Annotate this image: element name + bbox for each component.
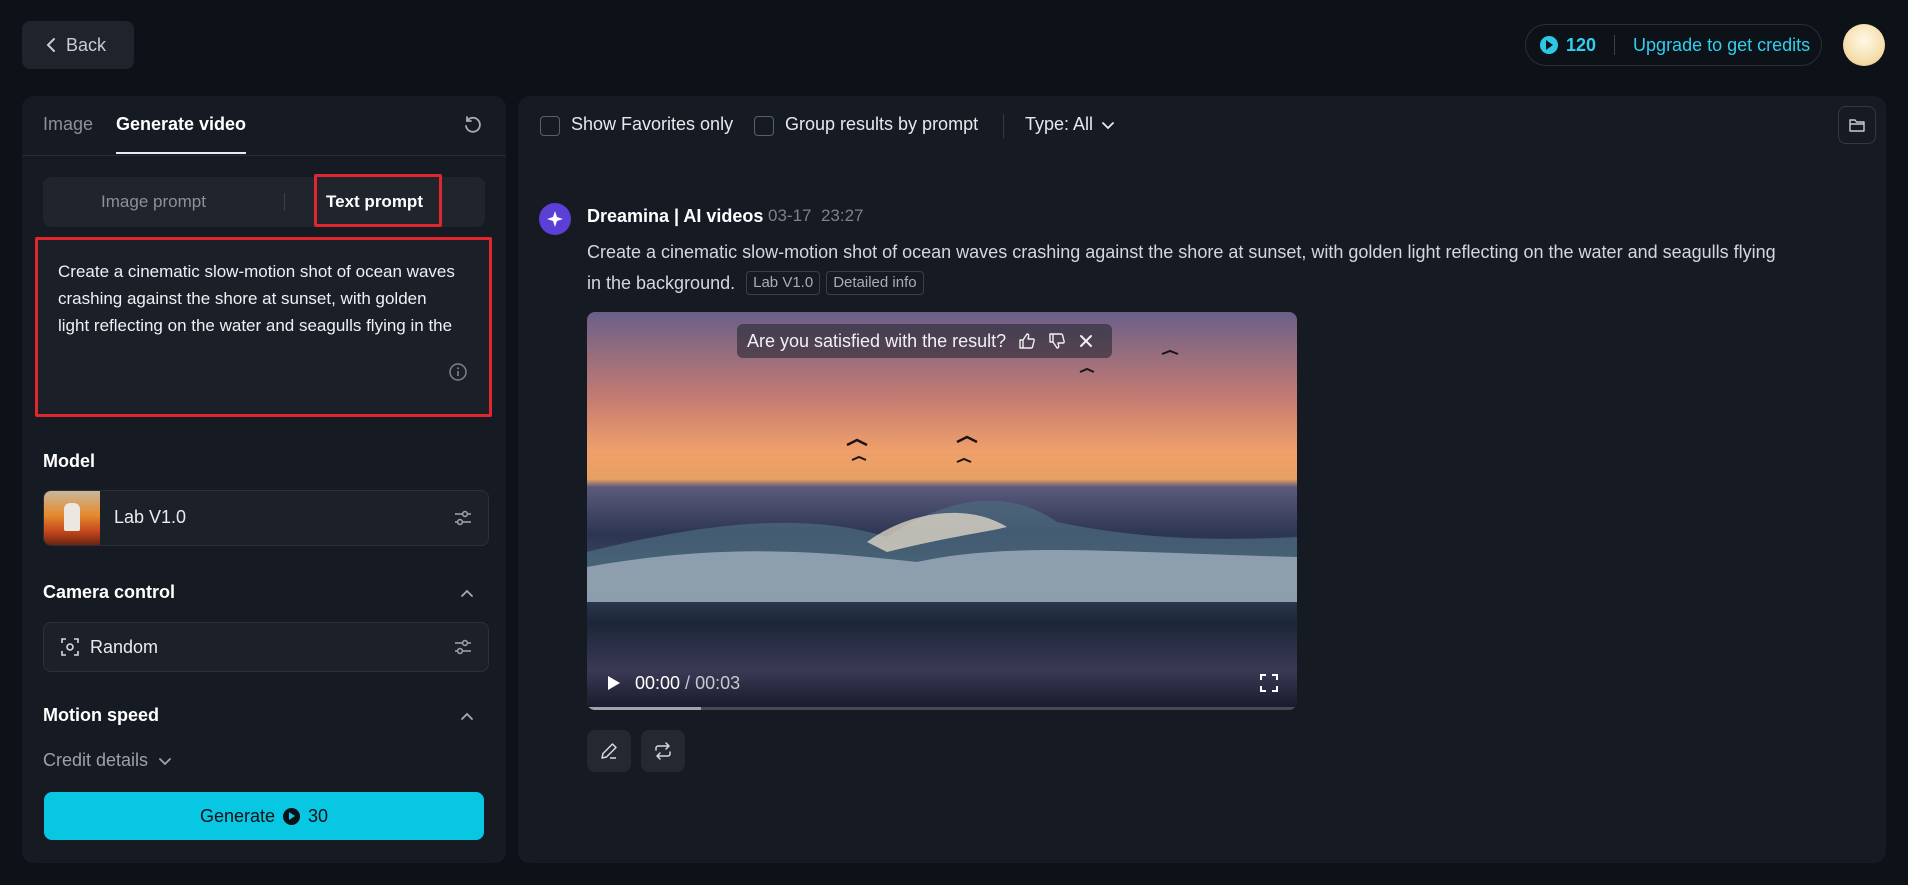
regenerate-button[interactable] <box>641 730 685 772</box>
upgrade-link[interactable]: Upgrade to get credits <box>1633 35 1810 56</box>
text-prompt-tab[interactable]: Text prompt <box>264 177 485 227</box>
duration: 00:03 <box>695 673 741 693</box>
result-time: 23:27 <box>820 206 864 225</box>
detailed-info-tag[interactable]: Detailed info <box>826 271 924 295</box>
thumbs-down-icon[interactable] <box>1048 332 1066 350</box>
model-tag[interactable]: Lab V1.0 <box>746 271 821 295</box>
credit-coin-icon <box>283 807 301 825</box>
favorites-label[interactable]: Show Favorites only <box>571 114 733 135</box>
group-by-prompt-label[interactable]: Group results by prompt <box>785 114 978 135</box>
close-icon[interactable] <box>1078 333 1094 349</box>
settings-sliders-icon[interactable] <box>452 636 474 658</box>
chevron-down-icon <box>159 757 171 765</box>
video-controls: 00:00 / 00:03 <box>587 667 1297 710</box>
prompt-mode-switch: Image prompt Text prompt <box>43 177 485 227</box>
result-date: 03-17 <box>768 206 812 225</box>
back-label: Back <box>66 34 107 55</box>
credit-coin-icon <box>1540 36 1558 54</box>
video-player[interactable]: Are you satisfied with the result? 00:00… <box>587 312 1297 710</box>
chevron-down-icon <box>1102 121 1114 129</box>
edit-button[interactable] <box>587 730 631 772</box>
type-filter-dropdown[interactable]: Type: All <box>1025 114 1115 135</box>
result-source: Dreamina | AI videos <box>587 206 764 226</box>
info-icon[interactable] <box>448 362 468 382</box>
prompt-box: Create a cinematic slow-motion shot of o… <box>35 237 492 417</box>
video-progress-bar[interactable] <box>587 707 1297 710</box>
user-avatar[interactable] <box>1843 24 1885 66</box>
camera-control-label: Camera control <box>43 582 176 602</box>
chevron-up-icon[interactable] <box>460 586 474 600</box>
feedback-question: Are you satisfied with the result? <box>747 330 1007 351</box>
video-progress-fill <box>587 707 701 710</box>
credit-details-label: Credit details <box>43 750 149 770</box>
back-button[interactable]: Back <box>22 21 134 69</box>
credits-count: 120 <box>1566 34 1597 55</box>
chevron-up-icon[interactable] <box>460 709 474 723</box>
filter-divider <box>1003 114 1004 138</box>
sparkle-icon <box>547 211 563 227</box>
generate-button[interactable]: Generate 30 <box>44 792 484 840</box>
generate-cost: 30 <box>308 805 329 826</box>
reset-icon[interactable] <box>462 114 484 136</box>
top-bar: Back 120 Upgrade to get credits <box>0 0 1908 90</box>
favorites-checkbox[interactable] <box>540 116 560 136</box>
type-filter-label: Type: All <box>1025 114 1094 134</box>
generation-tabs: Image Generate video <box>22 96 506 156</box>
chevron-left-icon <box>46 38 55 52</box>
camera-control-value: Random <box>90 637 159 657</box>
folder-button[interactable] <box>1838 106 1876 144</box>
model-label: Model <box>43 451 95 471</box>
fullscreen-icon[interactable] <box>1259 673 1279 693</box>
credits-pill[interactable]: 120 Upgrade to get credits <box>1525 24 1822 66</box>
prompt-input[interactable]: Create a cinematic slow-motion shot of o… <box>58 258 458 346</box>
play-icon[interactable] <box>607 675 621 691</box>
tab-image[interactable]: Image <box>43 114 93 135</box>
model-name: Lab V1.0 <box>114 507 187 527</box>
camera-control-selector[interactable]: Random <box>43 622 489 672</box>
group-by-prompt-checkbox[interactable] <box>754 116 774 136</box>
model-thumbnail <box>44 491 100 545</box>
dreamina-logo <box>539 203 571 235</box>
video-time: 00:00 / 00:03 <box>635 673 741 693</box>
folder-icon <box>1849 119 1865 132</box>
result-prompt: Create a cinematic slow-motion shot of o… <box>587 237 1787 299</box>
model-selector[interactable]: Lab V1.0 <box>43 490 489 546</box>
result-timestamp: 03-17 23:27 <box>768 206 863 226</box>
tab-generate-video[interactable]: Generate video <box>116 114 247 154</box>
thumbs-up-icon[interactable] <box>1018 332 1036 350</box>
camera-focus-icon <box>61 638 79 656</box>
repeat-icon <box>655 742 671 760</box>
credit-details-toggle[interactable]: Credit details <box>43 750 172 771</box>
image-prompt-tab[interactable]: Image prompt <box>43 177 264 227</box>
pill-divider <box>1614 35 1616 55</box>
generate-label: Generate <box>199 805 276 826</box>
pencil-icon <box>601 743 617 759</box>
settings-sliders-icon[interactable] <box>452 507 474 529</box>
ocean-wave-image <box>587 500 1297 602</box>
motion-speed-label: Motion speed <box>43 705 159 725</box>
generation-panel: Image Generate video Image prompt Text p… <box>22 96 506 863</box>
feedback-bar: Are you satisfied with the result? <box>737 324 1112 358</box>
results-panel: Show Favorites only Group results by pro… <box>518 96 1886 863</box>
current-time: 00:00 <box>635 673 681 693</box>
filter-bar: Show Favorites only Group results by pro… <box>518 96 1886 156</box>
